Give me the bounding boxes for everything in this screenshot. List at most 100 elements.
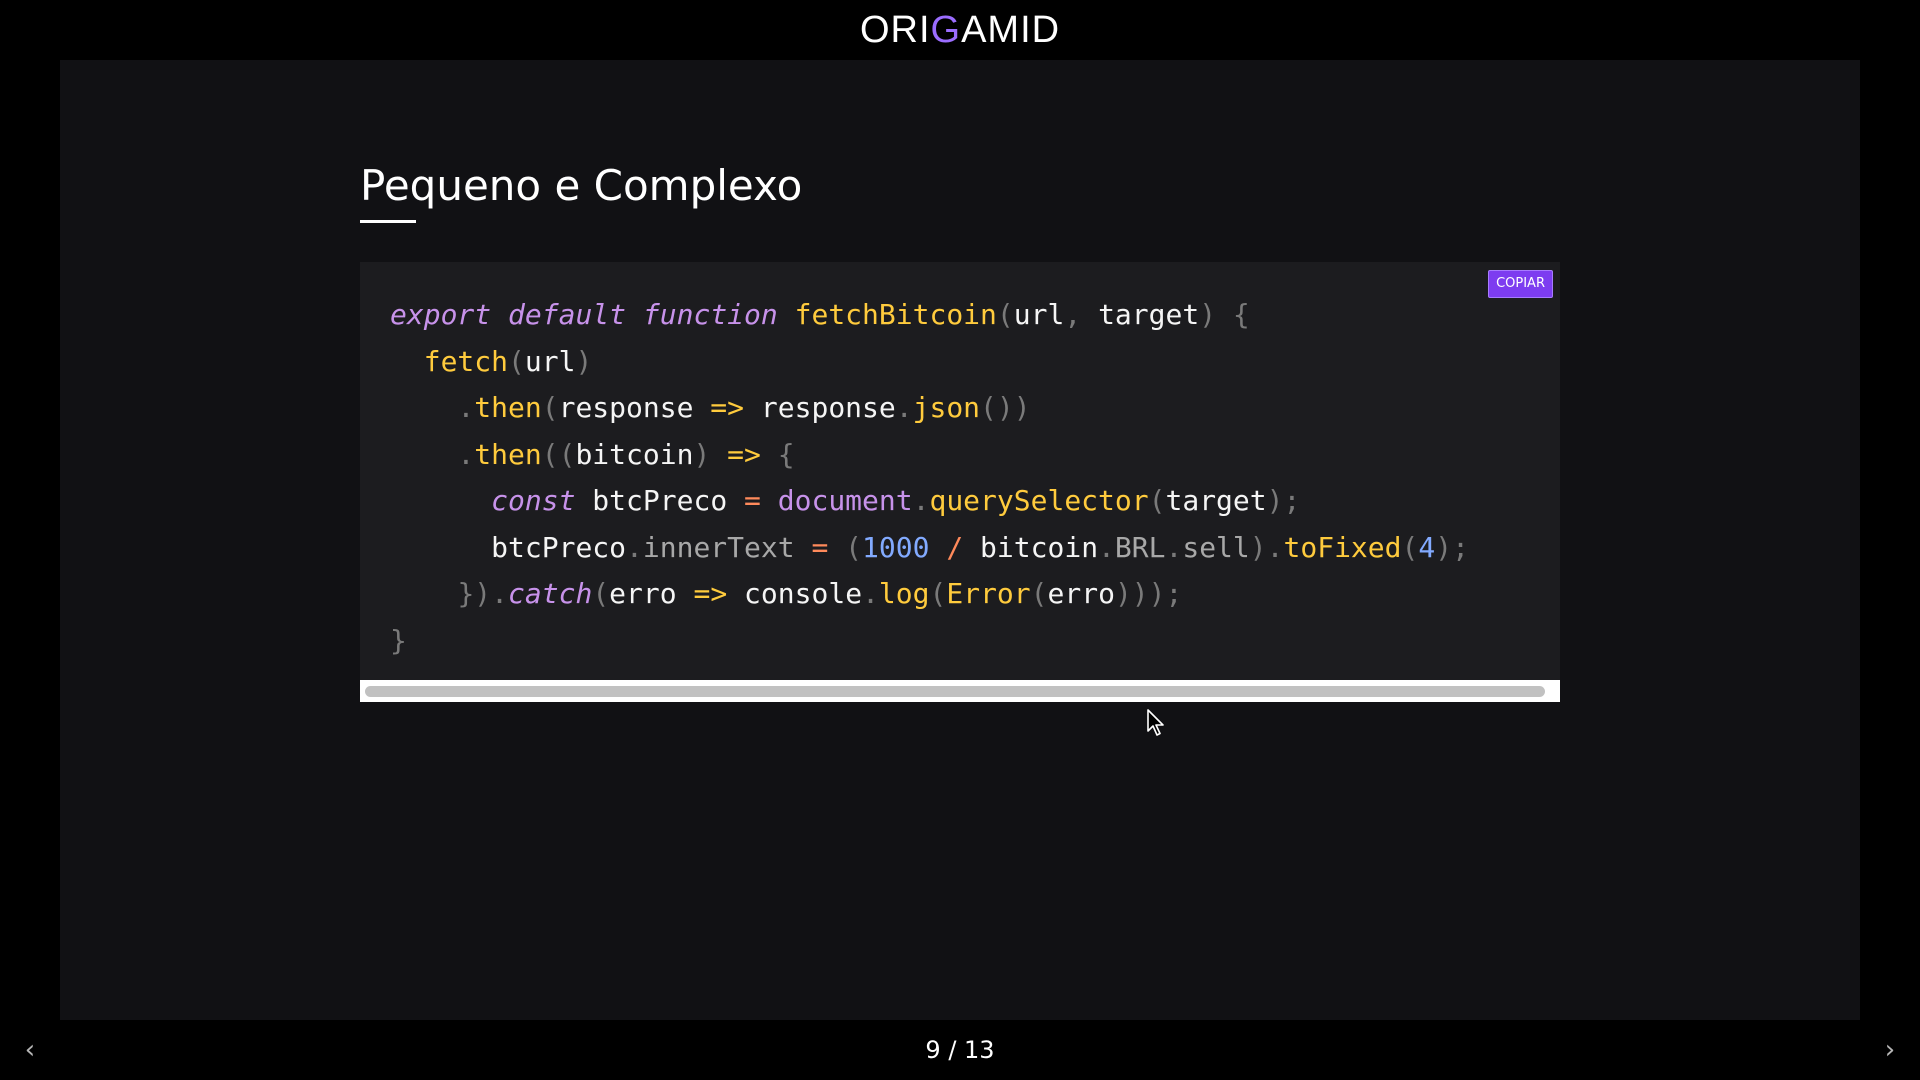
page-indicator: 9 / 13 (925, 1036, 995, 1064)
code-token: ( (1148, 484, 1166, 517)
horizontal-scrollbar[interactable] (360, 680, 1560, 702)
code-token: . (457, 437, 475, 471)
title-underline (360, 220, 416, 223)
logo-text-start: ORI (859, 9, 931, 51)
slide-viewer: ORIGAMID Pequeno e Complexo COPIAR expor… (0, 0, 1920, 1080)
code-line: const btcPreco = document.querySelector(… (390, 478, 1469, 525)
code-token: then (474, 391, 542, 424)
code-token: ( (1030, 577, 1048, 610)
code-token: => (693, 391, 761, 424)
code-token: document (777, 484, 913, 517)
code-token: . (1165, 530, 1183, 564)
slide-title: Pequeno e Complexo (360, 161, 803, 210)
code-line: .then((bitcoin) => { (390, 432, 1469, 479)
code-token: ))); (1114, 577, 1183, 610)
code-token: Error (946, 577, 1031, 610)
code-token: console (744, 577, 863, 610)
code-token: target (1165, 484, 1267, 517)
code-token: = (811, 530, 829, 564)
code-token: ( (541, 391, 559, 424)
code-content: export default function fetchBitcoin(url… (390, 292, 1469, 664)
code-token: 1000 (862, 530, 930, 564)
code-line: export default function fetchBitcoin(url… (390, 292, 1469, 339)
code-token: ( (929, 577, 947, 610)
code-token: erro (609, 577, 677, 610)
code-token: ()) (980, 391, 1031, 424)
code-token: url (1013, 298, 1065, 331)
code-token: . (862, 577, 879, 610)
code-token: bitcoin (963, 530, 1099, 564)
code-token: . (895, 391, 913, 424)
code-token: . (626, 530, 643, 564)
code-line: .then(response => response.json()) (390, 385, 1469, 432)
code-token: 4 (1418, 530, 1436, 564)
code-token: json (912, 391, 981, 424)
code-token: { (777, 437, 795, 471)
code-token: querySelector (929, 484, 1149, 517)
code-token: => (676, 577, 745, 610)
code-token: BRL (1114, 530, 1166, 564)
code-token: . (1098, 530, 1115, 564)
code-token: btcPreco (491, 530, 627, 564)
code-line: } (390, 618, 1469, 665)
code-token: then (474, 437, 542, 471)
code-token: bitcoin (575, 437, 694, 471)
code-token: toFixed (1283, 530, 1402, 564)
code-token: ) (575, 344, 593, 378)
code-token: ( (996, 298, 1014, 331)
logo-text-end: AMID (961, 9, 1061, 51)
code-token: innerText (642, 530, 795, 564)
code-line: btcPreco.innerText = (1000 / bitcoin.BRL… (390, 525, 1469, 572)
code-token: . (457, 391, 475, 424)
code-token: => (710, 437, 778, 471)
logo-text-accent: G (930, 9, 962, 51)
scrollbar-thumb[interactable] (365, 686, 1545, 697)
code-token: target (1098, 298, 1200, 331)
code-token: ( (508, 344, 525, 378)
code-token: ). (1249, 530, 1284, 564)
code-token: response (760, 391, 896, 424)
code-token: (( (541, 437, 576, 471)
code-line: }).catch(erro => console.log(Error(erro)… (390, 571, 1469, 618)
code-token: ( (1401, 530, 1419, 564)
code-token: const (491, 484, 576, 517)
code-token: fetchBitcoin (794, 298, 997, 331)
code-token: ) { (1199, 298, 1250, 331)
code-token: }). (457, 577, 509, 610)
code-token: ( (592, 577, 610, 610)
copy-button[interactable]: COPIAR (1488, 270, 1553, 298)
code-token: ); (1435, 530, 1469, 564)
code-token: . (912, 484, 930, 517)
code-token: / (946, 530, 964, 564)
code-token: url (524, 344, 576, 378)
chevron-right-icon[interactable]: › (1876, 1036, 1904, 1064)
code-token: btcPreco (575, 484, 745, 517)
code-token: log (878, 577, 930, 610)
code-token: function (642, 298, 778, 331)
code-token: } (390, 623, 407, 657)
code-token: fetch (423, 344, 509, 378)
brand-logo: ORIGAMID (0, 8, 1920, 52)
code-token: , (1064, 298, 1099, 331)
mouse-cursor-icon (1147, 709, 1164, 736)
code-token: ) (693, 437, 711, 471)
slide-canvas: Pequeno e Complexo COPIAR export default… (60, 60, 1860, 1020)
code-token: response (558, 391, 694, 424)
code-token: export (390, 298, 492, 331)
code-token: = (744, 484, 761, 517)
code-token: sell (1182, 530, 1250, 564)
code-token: ( (828, 530, 863, 564)
code-token: default (508, 298, 627, 331)
